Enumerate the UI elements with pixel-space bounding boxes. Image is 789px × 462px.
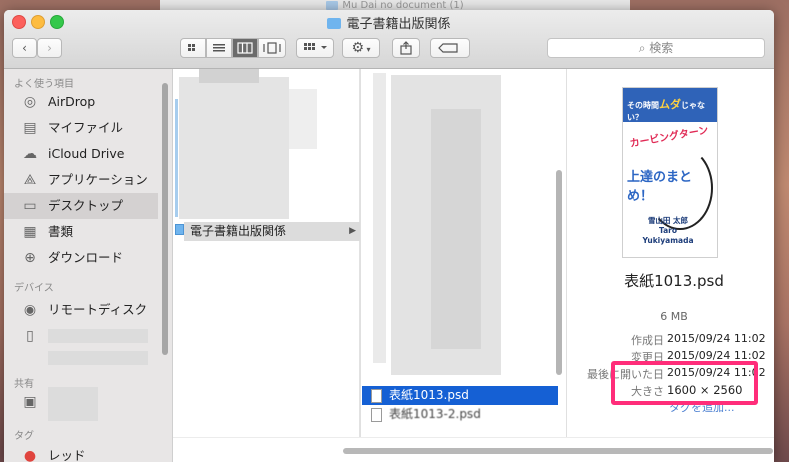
dimensions-highlight-box [611,361,758,405]
chevron-right-icon: › [47,41,52,55]
coverflow-view-button[interactable] [258,38,286,58]
blurred-folder-list [289,89,317,149]
desktop-icon: ▭ [23,198,37,214]
sidebar-item-airdrop[interactable]: ◎ AirDrop [4,89,158,115]
action-button[interactable]: ⚙ ▾ [342,38,380,58]
sidebar-item-applications[interactable]: ⟁ アプリケーション [4,167,158,193]
psd-file-icon [371,389,382,403]
downloads-icon: ⊕ [24,250,36,266]
psd-file-icon [371,408,382,422]
window-title: 電子書籍出版関係 [4,13,774,32]
applications-icon: ⟁ [23,172,37,188]
preview-filesize: 6 MB [660,310,688,323]
blurred-shared-name [48,387,98,421]
blurred-folder-list [199,69,259,83]
sidebar-item-documents[interactable]: ▦ 書類 [4,219,158,245]
sidebar-item-downloads[interactable]: ⊕ ダウンロード [4,245,158,271]
blurred-device-name [48,351,148,365]
column-view-button[interactable] [232,38,258,58]
blurred-file-list [431,109,481,349]
files-column-scrollbar[interactable] [556,170,562,375]
folder-column [173,69,359,437]
airdrop-icon: ◎ [23,94,37,110]
list-view-button[interactable] [206,38,232,58]
devices-header: デバイス [14,283,54,294]
sidebar-item-tag-red[interactable]: ● レッド [4,443,158,462]
icon-view-icon [188,44,195,51]
documents-icon: ▦ [23,224,37,240]
sidebar-item-icloud-drive[interactable]: ☁ iCloud Drive [4,141,158,167]
sidebar-item-desktop[interactable]: ▭ デスクトップ [4,193,158,219]
file-row-selected[interactable]: 表紙1013.psd [362,386,558,405]
column-view-icon [237,42,253,54]
tag-button[interactable] [430,38,470,58]
shared-header: 共有 [14,379,34,390]
file-icon-strip [373,73,386,363]
sidebar-item-shared-computer[interactable]: ▣ [4,387,158,421]
horizontal-scrollbar[interactable] [343,448,773,454]
folder-icon [327,18,342,29]
computer-icon: ▣ [23,394,37,410]
chevron-down-icon: ▾ [364,45,371,54]
icon-view-button[interactable] [180,38,206,58]
tag-color-dot: ● [23,448,37,462]
finder-window: 電子書籍出版関係 ‹ › ⚙ ▾ ⌕ 検索 よく使う項目 ◎ AirDrop ▤… [4,10,774,462]
search-icon: ⌕ [638,41,646,55]
coverflow-view-icon [263,42,281,54]
titlebar: 電子書籍出版関係 ‹ › ⚙ ▾ ⌕ 検索 [4,10,774,69]
arrange-icon [304,43,327,50]
remote-disc-icon: ◉ [23,302,37,318]
file-row[interactable]: 表紙1013-2.psd [362,405,558,424]
share-icon [400,41,412,55]
gear-icon: ⚙ [351,40,364,56]
sidebar-item-remote-disc[interactable]: ◉ リモートディスク [4,297,158,323]
chevron-left-icon: ‹ [22,41,27,55]
sidebar: よく使う項目 ◎ AirDrop ▤ マイファイル ☁ iCloud Drive… [4,69,173,462]
list-view-icon [213,44,225,52]
disclosure-arrow-icon: ▶ [349,226,356,236]
all-files-icon: ▤ [23,120,37,136]
blurred-device-name [48,329,148,343]
blurred-folder-list [179,77,289,219]
folder-icon [326,0,339,10]
column-row-folder-selected[interactable]: 電子書籍出版関係 ▶ [184,222,360,241]
folder-icon [175,224,184,235]
sidebar-item-device-hidden[interactable]: ▯ [4,323,158,349]
folder-icon-strip [175,99,178,217]
tag-icon [438,43,458,53]
sidebar-item-all-files[interactable]: ▤ マイファイル [4,115,158,141]
share-button[interactable] [392,38,420,58]
search-input[interactable]: ⌕ 検索 [547,38,765,58]
preview-filename: 表紙1013.psd [624,272,724,290]
arrange-button[interactable] [296,38,334,58]
forward-button[interactable]: › [37,38,62,58]
cloud-icon: ☁ [23,146,37,162]
back-button[interactable]: ‹ [12,38,37,58]
cover-thumbnail: その時間ムダじゃない？ カービングターン 上達のまとめ！ 雪山田 太郎 Taro … [622,87,718,258]
files-column [360,69,566,437]
favorites-header: よく使う項目 [14,79,74,90]
tags-header: タグ [14,431,34,442]
sidebar-scrollbar[interactable] [162,83,168,355]
drive-icon: ▯ [26,328,34,344]
